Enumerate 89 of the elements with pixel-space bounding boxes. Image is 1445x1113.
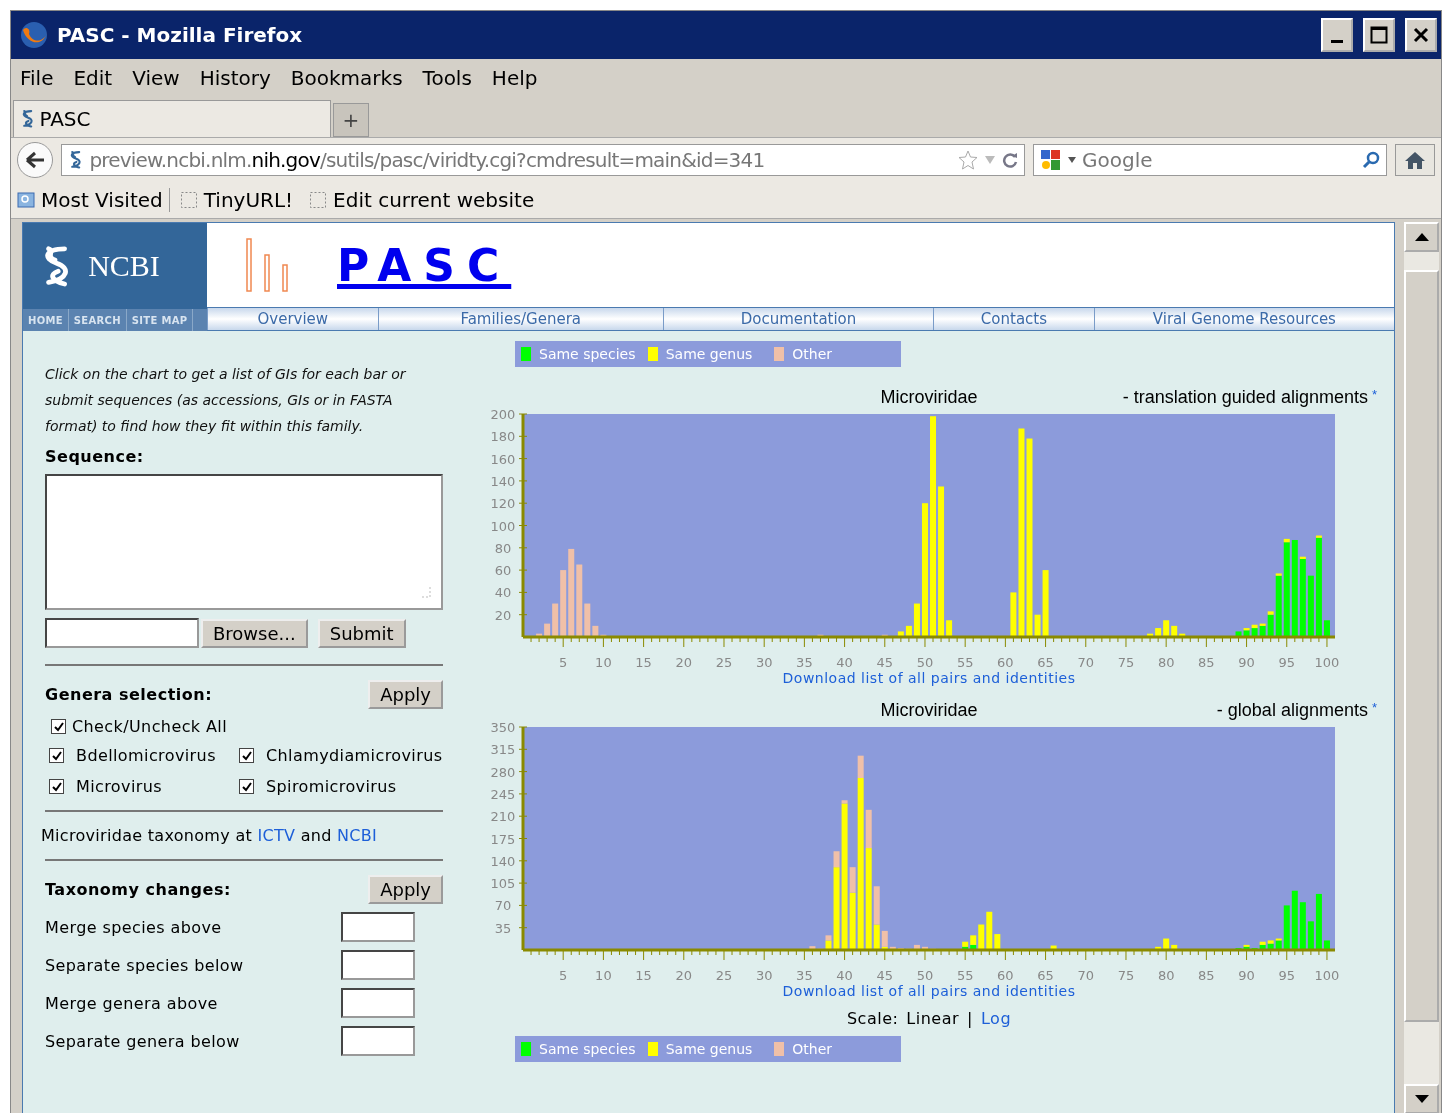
axis-label: 95 <box>1278 968 1296 983</box>
separator: | <box>967 1009 973 1028</box>
checkbox-label: Spiromicrovirus <box>266 777 397 796</box>
axis-label: 80 <box>494 540 512 556</box>
axis-label: 55 <box>956 968 974 983</box>
axis-label: 30 <box>755 968 773 983</box>
checkbox-label: Microvirus <box>76 777 163 796</box>
chart-title: Microviridae <box>880 700 978 721</box>
scale-label: Scale: <box>846 1009 899 1028</box>
axis-label: 95 <box>1278 655 1296 670</box>
axis-label: 70 <box>494 898 512 914</box>
axis-label: 90 <box>1238 655 1255 670</box>
axis-label: 60 <box>997 968 1014 983</box>
axis-label: 85 <box>1198 968 1215 983</box>
axis-label: 75 <box>1117 968 1135 983</box>
axis-label: 160 <box>490 451 516 467</box>
axis-label: 60 <box>997 655 1014 670</box>
axis-label: 120 <box>490 496 516 512</box>
checkbox-label: Bdellomicrovirus <box>76 746 216 765</box>
axis-label: 200 <box>490 408 516 422</box>
axis-label: 140 <box>490 473 516 489</box>
axis-label: 70 <box>1077 655 1095 670</box>
intro-text: Click on the chart to get a list of GIs for each bar or submit sequences (as accessions, GIs or in FASTA format) to find how they fit within this family. <box>45 365 407 436</box>
checkbox-label: Check/Uncheck All <box>72 717 228 736</box>
section-heading: Taxonomy changes: <box>45 880 231 899</box>
legend-label: Same species <box>539 1041 636 1057</box>
legend-label: Same genus <box>665 1041 753 1057</box>
axis-label: 350 <box>490 721 516 735</box>
chart-subtitle: - global alignments <box>1216 700 1368 721</box>
axis-label: 180 <box>490 429 516 445</box>
axis-label: 35 <box>796 655 813 670</box>
axis-label: 10 <box>595 968 612 983</box>
axis-label: 40 <box>836 655 853 670</box>
axis-label: 80 <box>1157 968 1175 983</box>
axis-label: 30 <box>755 655 773 670</box>
axis-label: 20 <box>675 655 693 670</box>
axis-label: 10 <box>595 655 612 670</box>
ncbi-logo: NCBI <box>88 249 160 283</box>
axis-label: 280 <box>490 764 516 780</box>
axis-label: 100 <box>490 518 516 534</box>
axis-label: 40 <box>494 585 512 601</box>
axis-label: 50 <box>916 655 934 670</box>
axis-label: 45 <box>876 968 894 983</box>
legend-label: Other <box>792 346 833 362</box>
axis-label: 35 <box>796 968 813 983</box>
field-label: Separate species below <box>45 955 244 975</box>
axis-label: 70 <box>1077 968 1095 983</box>
axis-label: 175 <box>490 831 516 847</box>
axis-label: 210 <box>490 809 516 825</box>
legend-label: Same species <box>539 346 636 362</box>
checkbox-label: Chlamydiamicrovirus <box>266 746 443 765</box>
chart-subtitle: - translation guided alignments <box>1122 387 1368 408</box>
axis-label: 90 <box>1238 968 1255 983</box>
url-text: preview.ncbi.nlm.nih.gov/sutils/pasc/viridty.cgi?cmdresult=main&id=341 <box>89 148 766 172</box>
axis-label: 315 <box>490 742 516 758</box>
axis-label: 60 <box>494 563 512 579</box>
axis-label: 65 <box>1037 968 1054 983</box>
axis-label: 140 <box>490 853 516 869</box>
axis-label: 245 <box>490 786 516 802</box>
axis-label: 5 <box>559 655 568 670</box>
axis-label: 100 <box>1314 968 1340 983</box>
section-heading: Sequence: <box>45 447 145 466</box>
legend-label: Other <box>792 1041 833 1057</box>
chart-title: Microviridae <box>880 387 978 408</box>
axis-label: 15 <box>635 655 652 670</box>
axis-label: 50 <box>916 968 934 983</box>
axis-label: 20 <box>494 607 512 623</box>
axis-label: 25 <box>715 655 733 670</box>
axis-label: 85 <box>1198 655 1215 670</box>
field-label: Merge species above <box>45 917 222 937</box>
taxonomy-links-text: Microviridae taxonomy at ICTV and NCBI <box>41 826 378 845</box>
axis-label: 40 <box>836 968 853 983</box>
axis-label: 35 <box>494 920 512 936</box>
axis-label: 80 <box>1157 655 1175 670</box>
section-heading: Genera selection: <box>45 685 213 704</box>
axis-label: 65 <box>1037 655 1054 670</box>
axis-label: 75 <box>1117 655 1135 670</box>
axis-label: 100 <box>1314 655 1340 670</box>
axis-label: 45 <box>876 655 894 670</box>
window-title: PASC - Mozilla Firefox <box>57 23 304 47</box>
axis-label: 5 <box>559 968 568 983</box>
axis-label: 20 <box>675 968 693 983</box>
axis-label: 55 <box>956 655 974 670</box>
axis-label: 25 <box>715 968 733 983</box>
field-label: Separate genera below <box>45 1031 240 1051</box>
field-label: Merge genera above <box>45 993 218 1013</box>
legend-label: Same genus <box>665 346 753 362</box>
axis-label: 105 <box>490 876 516 892</box>
axis-label: 15 <box>635 968 652 983</box>
